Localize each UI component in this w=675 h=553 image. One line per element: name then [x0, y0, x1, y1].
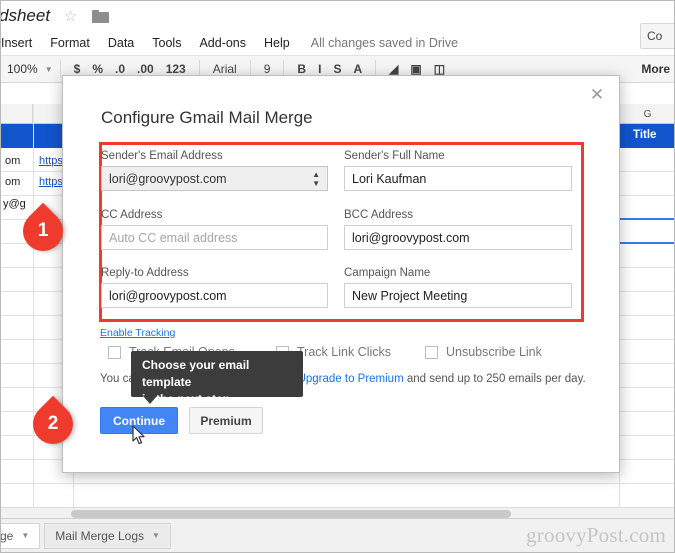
save-status-text: All changes saved in Drive	[310, 36, 459, 50]
sheet-tab-partial-label: ge	[0, 528, 14, 543]
tooltip: Choose your email template in the next s…	[131, 351, 303, 406]
mouse-cursor-icon	[132, 425, 145, 445]
screen: dsheet ☆ Insert Format Data Tools Add-on…	[0, 0, 675, 553]
annotation-callout-1: 1	[14, 202, 73, 260]
chevron-down-icon[interactable]: ▼	[152, 531, 160, 540]
sender-email-select[interactable]: lori@groovypost.com ▲ ▼	[101, 166, 328, 191]
cell-title-header: Title	[633, 129, 657, 141]
chevron-down-icon[interactable]: ▼	[21, 531, 29, 540]
upgrade-to-premium-link[interactable]: Upgrade to Premium	[298, 373, 404, 385]
menu-item-addons[interactable]: Add-ons	[190, 36, 255, 50]
dialog-title: Configure Gmail Mail Merge	[101, 108, 313, 127]
grid-row[interactable]	[1, 484, 674, 508]
chevron-down-icon: ▼	[44, 64, 53, 74]
percent-format-button[interactable]: %	[92, 62, 103, 76]
italic-button[interactable]: I	[318, 62, 321, 76]
grid-range-border	[619, 218, 674, 220]
zoom-value: 100%	[7, 62, 38, 76]
quota-note-suffix: and send up to 250 emails per day.	[403, 373, 586, 385]
tooltip-line-2: in the next step	[142, 392, 231, 406]
grid-cell[interactable]: https	[39, 155, 63, 167]
increase-decimal-button[interactable]: .00	[137, 62, 154, 76]
strikethrough-button[interactable]: S	[333, 62, 341, 76]
cc-input[interactable]	[101, 225, 328, 250]
menu-item-help[interactable]: Help	[255, 36, 299, 50]
watermark: groovyPost.com	[526, 523, 666, 547]
star-icon[interactable]: ☆	[64, 9, 77, 24]
sheet-tab-bar: ge ▼ Mail Merge Logs ▼ groovyPost.com	[0, 518, 674, 552]
sheet-tab-label: Mail Merge Logs	[55, 528, 144, 543]
sender-name-field-group: Sender's Full Name	[344, 150, 572, 191]
borders-icon[interactable]: ▣	[410, 62, 421, 76]
menu-item-tools[interactable]: Tools	[143, 36, 190, 50]
bold-button[interactable]: B	[297, 62, 306, 76]
sheet-tab-partial[interactable]: ge ▼	[0, 522, 41, 549]
decrease-decimal-button[interactable]: .0	[115, 62, 125, 76]
merge-cells-icon[interactable]: ◫	[434, 62, 445, 76]
sender-name-input[interactable]	[344, 166, 572, 191]
reply-to-input[interactable]	[101, 283, 328, 308]
checkbox-unsubscribe-link[interactable]: Unsubscribe Link	[425, 345, 542, 359]
font-family-selector[interactable]: Arial	[213, 62, 237, 76]
campaign-name-field-group: Campaign Name	[344, 267, 572, 308]
checkbox-icon[interactable]	[425, 345, 438, 359]
sheets-menu-bar: Insert Format Data Tools Add-ons Help Al…	[1, 31, 674, 55]
grid-range-border	[619, 242, 674, 244]
cc-field-group: CC Address	[101, 209, 328, 250]
callout-number: 2	[47, 413, 59, 434]
reply-to-field-group: Reply-to Address	[101, 267, 328, 308]
fill-color-icon[interactable]: ◢	[389, 62, 398, 76]
sheets-title-bar: dsheet ☆	[1, 1, 674, 31]
font-size-selector[interactable]: 9	[264, 62, 271, 76]
menu-item-insert[interactable]: Insert	[1, 36, 41, 50]
spinner-arrows-icon: ▲ ▼	[312, 170, 320, 188]
column-header-row-corner	[1, 104, 33, 124]
folder-icon[interactable]	[91, 9, 109, 23]
campaign-name-input[interactable]	[344, 283, 572, 308]
grid-cell[interactable]: y@g	[3, 198, 26, 210]
currency-format-button[interactable]: $	[74, 62, 81, 76]
menu-item-format[interactable]: Format	[41, 36, 99, 50]
sender-email-field-group: Sender's Email Address lori@groovypost.c…	[101, 150, 328, 191]
horizontal-scrollbar[interactable]	[1, 507, 674, 518]
toolbar-more-button[interactable]: More	[641, 62, 670, 76]
cc-label: CC Address	[101, 209, 163, 221]
bcc-input[interactable]	[344, 225, 572, 250]
zoom-control[interactable]: 100% ▼	[7, 62, 53, 76]
grid-cell[interactable]: om	[5, 155, 20, 167]
enable-tracking-link[interactable]: Enable Tracking	[100, 327, 175, 339]
checkbox-icon[interactable]	[108, 345, 121, 359]
checkbox-label: Track Link Clicks	[297, 345, 391, 359]
comments-button[interactable]: Co	[640, 23, 674, 49]
sender-email-label: Sender's Email Address	[101, 150, 223, 162]
grid-cell[interactable]: om	[5, 176, 20, 188]
bcc-field-group: BCC Address	[344, 209, 572, 250]
document-title[interactable]: dsheet	[1, 6, 50, 26]
reply-to-label: Reply-to Address	[101, 267, 189, 279]
sheet-tab-mail-merge-logs[interactable]: Mail Merge Logs ▼	[44, 522, 171, 549]
annotation-callout-2: 2	[24, 395, 83, 453]
bcc-label: BCC Address	[344, 209, 414, 221]
close-icon[interactable]: ✕	[587, 86, 607, 106]
menu-item-data[interactable]: Data	[99, 36, 143, 50]
callout-number: 1	[37, 220, 49, 241]
scrollbar-thumb[interactable]	[71, 510, 511, 518]
campaign-name-label: Campaign Name	[344, 267, 431, 279]
checkbox-label: Unsubscribe Link	[446, 345, 542, 359]
text-color-button[interactable]: A	[353, 62, 362, 76]
column-header-g[interactable]: G	[619, 104, 674, 124]
grid-cell[interactable]: https	[39, 176, 63, 188]
toolbar-divider	[59, 60, 61, 78]
premium-button[interactable]: Premium	[189, 407, 263, 434]
tooltip-line-1: Choose your email template	[142, 358, 250, 389]
number-format-button[interactable]: 123	[166, 62, 186, 76]
sender-email-value: lori@groovypost.com	[109, 171, 227, 186]
sender-name-label: Sender's Full Name	[344, 150, 445, 162]
